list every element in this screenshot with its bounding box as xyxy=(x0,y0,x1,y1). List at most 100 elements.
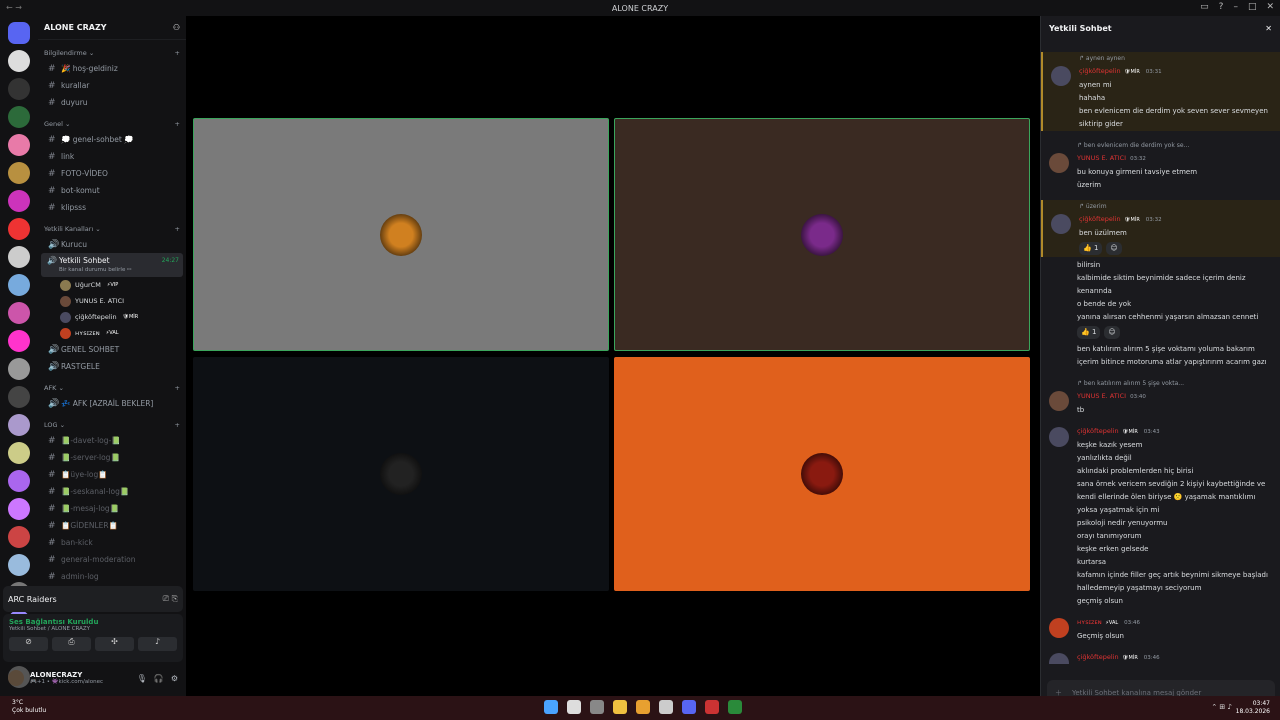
mic-icon[interactable]: 🎙 xyxy=(137,674,147,683)
system-tray[interactable]: ⌃ ⊞ ♪ xyxy=(1211,703,1232,711)
help-icon[interactable]: ? xyxy=(1219,2,1224,12)
category-header[interactable]: Bilgilendirme ⌄ + xyxy=(38,46,186,60)
add-reaction-icon[interactable]: ☺ xyxy=(1104,326,1120,339)
avatar[interactable] xyxy=(1051,66,1071,86)
server-icon[interactable] xyxy=(8,274,30,296)
channel-text[interactable]: # bot-komut xyxy=(41,182,183,199)
server-icon[interactable] xyxy=(8,162,30,184)
taskbar-app-icon[interactable] xyxy=(590,700,604,714)
server-icon[interactable] xyxy=(8,442,30,464)
avatar[interactable] xyxy=(1049,618,1069,638)
channel-text[interactable]: # general-moderation xyxy=(41,551,183,568)
reaction[interactable]: 👍 1 xyxy=(1079,242,1103,255)
headset-icon[interactable]: 🎧 xyxy=(154,674,164,683)
add-channel-icon[interactable]: + xyxy=(175,225,180,233)
soundboard-button[interactable]: ♪ xyxy=(138,637,177,651)
channel-text[interactable]: # admin-log xyxy=(41,568,183,585)
channel-text[interactable]: # link xyxy=(41,148,183,165)
server-icon[interactable] xyxy=(8,218,30,240)
category-header[interactable]: LOG ⌄ + xyxy=(38,418,186,432)
channel-voice[interactable]: 🔊 Kurucu xyxy=(41,236,183,253)
taskbar-app-icon[interactable] xyxy=(613,700,627,714)
video-tile[interactable] xyxy=(614,357,1030,591)
server-icon[interactable] xyxy=(8,22,30,44)
message[interactable]: ben katılırım alırım 5 şişe voktamı yolu… xyxy=(1041,343,1280,369)
server-icon[interactable] xyxy=(8,50,30,72)
message-author[interactable]: çiğköftepelin xyxy=(1077,653,1119,661)
category-header[interactable]: Genel ⌄ + xyxy=(38,117,186,131)
message-author[interactable]: çiğköftepelin xyxy=(1079,67,1121,75)
clock[interactable]: 03:47 18.03.2026 xyxy=(1236,700,1270,716)
video-tile[interactable] xyxy=(193,118,609,351)
game-controls-icon[interactable]: ⎚ ⎘ xyxy=(163,594,178,604)
server-icon[interactable] xyxy=(8,358,30,380)
message[interactable]: ↱ ben katılırım alırım 5 şişe vokta... YU… xyxy=(1041,377,1280,417)
message[interactable]: ʜʏsɪzᴇɴ ⚡VAL 03:46 Geçmiş olsun xyxy=(1041,616,1280,643)
voice-user[interactable]: YUNUS E. ATICI xyxy=(38,293,186,309)
invite-icon[interactable]: ⚇ xyxy=(173,23,180,32)
channel-text[interactable]: # 📋GİDENLER📋 xyxy=(41,517,183,534)
taskbar-app-icon[interactable] xyxy=(636,700,650,714)
server-icon[interactable] xyxy=(8,330,30,352)
maximize-button[interactable]: □ xyxy=(1248,2,1257,12)
channel-text[interactable]: # 📗-mesaj-log📗 xyxy=(41,500,183,517)
avatar[interactable] xyxy=(8,670,24,686)
channel-text[interactable]: # duyuru xyxy=(41,94,183,111)
add-channel-icon[interactable]: + xyxy=(175,49,180,57)
screenshare-button[interactable]: ⎙ xyxy=(52,637,91,651)
settings-gear-icon[interactable]: ⚙ xyxy=(171,674,178,683)
taskbar-app-icon[interactable] xyxy=(728,700,742,714)
category-header[interactable]: AFK ⌄ + xyxy=(38,381,186,395)
user-panel[interactable]: ALONECRAZY 🎮+1 • 👾kick.com/alonec 🎙 🎧 ⚙ xyxy=(3,664,183,692)
avatar[interactable] xyxy=(1049,391,1069,411)
channel-text[interactable]: # 🎉 hoş-geldiniz xyxy=(41,60,183,77)
taskbar-app-icon[interactable] xyxy=(544,700,558,714)
message[interactable]: ↱ ben evlenicem die derdim yok se... YUNU… xyxy=(1041,139,1280,192)
channel-text[interactable]: # ban-kick xyxy=(41,534,183,551)
message-author[interactable]: çiğköftepelin xyxy=(1077,427,1119,435)
video-tile[interactable] xyxy=(193,357,609,591)
message-author[interactable]: YUNUS E. ATICI xyxy=(1077,154,1126,162)
channel-voice[interactable]: 🔊 💤 AFK [AZRAİL BEKLER] xyxy=(41,395,183,412)
nav-arrows-icon[interactable]: ← → xyxy=(6,3,22,12)
voice-user[interactable]: UğurCM ⚡VIP xyxy=(38,277,186,293)
server-icon[interactable] xyxy=(8,302,30,324)
video-tile[interactable] xyxy=(614,118,1030,351)
channel-text[interactable]: # kurallar xyxy=(41,77,183,94)
channel-voice[interactable]: 🔊 GENEL SOHBET xyxy=(41,341,183,358)
category-header[interactable]: Yetkili Kanalları ⌄ + xyxy=(38,222,186,236)
close-chat-icon[interactable]: ✕ xyxy=(1265,24,1272,33)
close-button[interactable]: ✕ xyxy=(1266,2,1274,12)
inbox-icon[interactable]: ▭ xyxy=(1200,2,1209,12)
channel-text[interactable]: # 📗-davet-log-📗 xyxy=(41,432,183,449)
channel-text[interactable]: # 💭 genel-sohbet 💭 xyxy=(41,131,183,148)
message[interactable]: çiğköftepelin 🛡MİR 03:43 keşke kazık yesem… xyxy=(1041,425,1280,608)
avatar[interactable] xyxy=(1049,153,1069,173)
add-reaction-icon[interactable]: ☺ xyxy=(1106,242,1122,255)
taskbar-app-icon[interactable] xyxy=(705,700,719,714)
channel-text[interactable]: # klipsss xyxy=(41,199,183,216)
server-icon[interactable] xyxy=(8,470,30,492)
taskbar-app-icon[interactable] xyxy=(567,700,581,714)
server-icon[interactable] xyxy=(8,414,30,436)
camera-button[interactable]: ⊘ xyxy=(9,637,48,651)
game-activity[interactable]: ARC Raiders ⎚ ⎘ xyxy=(3,586,183,612)
channel-text[interactable]: # 📗-server-log📗 xyxy=(41,449,183,466)
server-icon[interactable] xyxy=(8,190,30,212)
add-channel-icon[interactable]: + xyxy=(175,384,180,392)
server-icon[interactable] xyxy=(8,498,30,520)
server-icon[interactable] xyxy=(8,386,30,408)
reaction[interactable]: 👍 1 xyxy=(1077,326,1101,339)
message-author[interactable]: ʜʏsɪzᴇɴ xyxy=(1077,618,1102,626)
avatar[interactable] xyxy=(1049,653,1069,664)
add-channel-icon[interactable]: + xyxy=(175,120,180,128)
message-author[interactable]: çiğköftepelin xyxy=(1079,215,1121,223)
message-author[interactable]: YUNUS E. ATICI xyxy=(1077,392,1126,400)
server-icon[interactable] xyxy=(8,134,30,156)
voice-user[interactable]: çiğköftepelin 🛡MİR xyxy=(38,309,186,325)
channel-text[interactable]: # 📗-seskanal-log📗 xyxy=(41,483,183,500)
voice-user[interactable]: ʜʏsɪzᴇɴ ⚡VAL xyxy=(38,325,186,341)
channel-text[interactable]: # 📋üye-log📋 xyxy=(41,466,183,483)
message[interactable]: bilirsin kalbimide siktim beynimide sadec… xyxy=(1041,259,1280,341)
server-icon[interactable] xyxy=(8,78,30,100)
